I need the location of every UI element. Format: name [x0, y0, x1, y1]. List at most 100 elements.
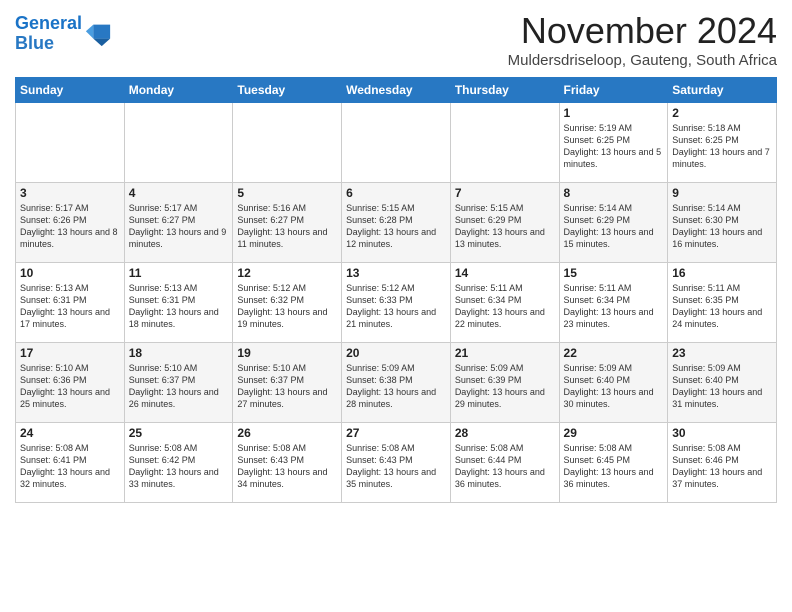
- calendar-cell: 24 Sunrise: 5:08 AM Sunset: 6:41 PM Dayli…: [16, 423, 125, 503]
- calendar-cell: 6 Sunrise: 5:15 AM Sunset: 6:28 PM Daylig…: [342, 183, 451, 263]
- day-number: 2: [672, 106, 772, 120]
- day-number: 16: [672, 266, 772, 280]
- day-number: 17: [20, 346, 120, 360]
- calendar-week-row: 17 Sunrise: 5:10 AM Sunset: 6:36 PM Dayli…: [16, 343, 777, 423]
- calendar-week-row: 3 Sunrise: 5:17 AM Sunset: 6:26 PM Daylig…: [16, 183, 777, 263]
- day-number: 20: [346, 346, 446, 360]
- col-header-saturday: Saturday: [668, 78, 777, 103]
- day-number: 12: [237, 266, 337, 280]
- calendar-cell: 25 Sunrise: 5:08 AM Sunset: 6:42 PM Dayli…: [124, 423, 233, 503]
- day-number: 15: [564, 266, 664, 280]
- calendar-cell: [124, 103, 233, 183]
- day-number: 27: [346, 426, 446, 440]
- calendar-cell: 28Sunrise: 5:08 AM Sunset: 6:44 PM Dayli…: [450, 423, 559, 503]
- day-number: 21: [455, 346, 555, 360]
- calendar-cell: 9 Sunrise: 5:14 AM Sunset: 6:30 PM Daylig…: [668, 183, 777, 263]
- cell-info: Sunrise: 5:11 AM Sunset: 6:35 PM Dayligh…: [672, 282, 772, 331]
- calendar-cell: 3 Sunrise: 5:17 AM Sunset: 6:26 PM Daylig…: [16, 183, 125, 263]
- calendar-cell: [450, 103, 559, 183]
- col-header-tuesday: Tuesday: [233, 78, 342, 103]
- calendar-cell: 26 Sunrise: 5:08 AM Sunset: 6:43 PM Dayli…: [233, 423, 342, 503]
- calendar-week-row: 10 Sunrise: 5:13 AM Sunset: 6:31 PM Dayli…: [16, 263, 777, 343]
- calendar-cell: 29 Sunrise: 5:08 AM Sunset: 6:45 PM Dayli…: [559, 423, 668, 503]
- calendar-body: 1 Sunrise: 5:19 AM Sunset: 6:25 PM Daylig…: [16, 103, 777, 503]
- cell-info: Sunrise: 5:10 AM Sunset: 6:37 PM Dayligh…: [237, 362, 337, 411]
- calendar-cell: 4 Sunrise: 5:17 AM Sunset: 6:27 PM Daylig…: [124, 183, 233, 263]
- col-header-sunday: Sunday: [16, 78, 125, 103]
- calendar-cell: 11Sunrise: 5:13 AM Sunset: 6:31 PM Dayli…: [124, 263, 233, 343]
- calendar-cell: 20 Sunrise: 5:09 AM Sunset: 6:38 PM Dayli…: [342, 343, 451, 423]
- month-title: November 2024: [508, 10, 777, 52]
- cell-info: Sunrise: 5:13 AM Sunset: 6:31 PM Dayligh…: [129, 282, 229, 331]
- calendar-cell: 5 Sunrise: 5:16 AM Sunset: 6:27 PM Daylig…: [233, 183, 342, 263]
- calendar-cell: 14 Sunrise: 5:11 AM Sunset: 6:34 PM Dayli…: [450, 263, 559, 343]
- day-number: 4: [129, 186, 229, 200]
- calendar-cell: [342, 103, 451, 183]
- cell-info: Sunrise: 5:12 AM Sunset: 6:32 PM Dayligh…: [237, 282, 337, 331]
- day-number: 3: [20, 186, 120, 200]
- day-number: 30: [672, 426, 772, 440]
- calendar-cell: 19 Sunrise: 5:10 AM Sunset: 6:37 PM Dayli…: [233, 343, 342, 423]
- cell-info: Sunrise: 5:17 AM Sunset: 6:27 PM Dayligh…: [129, 202, 229, 251]
- cell-info: Sunrise: 5:11 AM Sunset: 6:34 PM Dayligh…: [455, 282, 555, 331]
- calendar-cell: [16, 103, 125, 183]
- cell-info: Sunrise: 5:10 AM Sunset: 6:36 PM Dayligh…: [20, 362, 120, 411]
- cell-info: Sunrise: 5:14 AM Sunset: 6:29 PM Dayligh…: [564, 202, 664, 251]
- cell-info: Sunrise: 5:10 AM Sunset: 6:37 PM Dayligh…: [129, 362, 229, 411]
- calendar-header-row: SundayMondayTuesdayWednesdayThursdayFrid…: [16, 78, 777, 103]
- cell-info: Sunrise: 5:09 AM Sunset: 6:40 PM Dayligh…: [564, 362, 664, 411]
- cell-info: Sunrise: 5:19 AM Sunset: 6:25 PM Dayligh…: [564, 122, 664, 171]
- day-number: 26: [237, 426, 337, 440]
- title-area: November 2024 Muldersdriseloop, Gauteng,…: [508, 10, 777, 69]
- calendar-cell: 30 Sunrise: 5:08 AM Sunset: 6:46 PM Dayli…: [668, 423, 777, 503]
- col-header-wednesday: Wednesday: [342, 78, 451, 103]
- day-number: 22: [564, 346, 664, 360]
- calendar-week-row: 1 Sunrise: 5:19 AM Sunset: 6:25 PM Daylig…: [16, 103, 777, 183]
- cell-info: Sunrise: 5:13 AM Sunset: 6:31 PM Dayligh…: [20, 282, 120, 331]
- cell-info: Sunrise: 5:08 AM Sunset: 6:41 PM Dayligh…: [20, 442, 120, 491]
- calendar-cell: 1 Sunrise: 5:19 AM Sunset: 6:25 PM Daylig…: [559, 103, 668, 183]
- page-header: GeneralBlue November 2024 Muldersdriselo…: [15, 10, 777, 69]
- cell-info: Sunrise: 5:09 AM Sunset: 6:38 PM Dayligh…: [346, 362, 446, 411]
- day-number: 7: [455, 186, 555, 200]
- calendar-cell: 7 Sunrise: 5:15 AM Sunset: 6:29 PM Daylig…: [450, 183, 559, 263]
- day-number: 10: [20, 266, 120, 280]
- col-header-friday: Friday: [559, 78, 668, 103]
- cell-info: Sunrise: 5:15 AM Sunset: 6:28 PM Dayligh…: [346, 202, 446, 251]
- cell-info: Sunrise: 5:14 AM Sunset: 6:30 PM Dayligh…: [672, 202, 772, 251]
- cell-info: Sunrise: 5:16 AM Sunset: 6:27 PM Dayligh…: [237, 202, 337, 251]
- calendar-cell: 15Sunrise: 5:11 AM Sunset: 6:34 PM Dayli…: [559, 263, 668, 343]
- day-number: 29: [564, 426, 664, 440]
- day-number: 6: [346, 186, 446, 200]
- day-number: 24: [20, 426, 120, 440]
- cell-info: Sunrise: 5:08 AM Sunset: 6:43 PM Dayligh…: [346, 442, 446, 491]
- day-number: 1: [564, 106, 664, 120]
- cell-info: Sunrise: 5:15 AM Sunset: 6:29 PM Dayligh…: [455, 202, 555, 251]
- cell-info: Sunrise: 5:09 AM Sunset: 6:39 PM Dayligh…: [455, 362, 555, 411]
- cell-info: Sunrise: 5:08 AM Sunset: 6:45 PM Dayligh…: [564, 442, 664, 491]
- calendar-cell: 2 Sunrise: 5:18 AM Sunset: 6:25 PM Daylig…: [668, 103, 777, 183]
- calendar-cell: 21 Sunrise: 5:09 AM Sunset: 6:39 PM Dayli…: [450, 343, 559, 423]
- cell-info: Sunrise: 5:08 AM Sunset: 6:42 PM Dayligh…: [129, 442, 229, 491]
- cell-info: Sunrise: 5:12 AM Sunset: 6:33 PM Dayligh…: [346, 282, 446, 331]
- cell-info: Sunrise: 5:08 AM Sunset: 6:46 PM Dayligh…: [672, 442, 772, 491]
- calendar-cell: [233, 103, 342, 183]
- cell-info: Sunrise: 5:18 AM Sunset: 6:25 PM Dayligh…: [672, 122, 772, 171]
- day-number: 14: [455, 266, 555, 280]
- calendar-cell: 13Sunrise: 5:12 AM Sunset: 6:33 PM Dayli…: [342, 263, 451, 343]
- day-number: 23: [672, 346, 772, 360]
- day-number: 5: [237, 186, 337, 200]
- day-number: 19: [237, 346, 337, 360]
- calendar-cell: 12 Sunrise: 5:12 AM Sunset: 6:32 PM Dayli…: [233, 263, 342, 343]
- cell-info: Sunrise: 5:08 AM Sunset: 6:43 PM Dayligh…: [237, 442, 337, 491]
- calendar-cell: 22 Sunrise: 5:09 AM Sunset: 6:40 PM Dayli…: [559, 343, 668, 423]
- calendar-cell: 17 Sunrise: 5:10 AM Sunset: 6:36 PM Dayli…: [16, 343, 125, 423]
- calendar-cell: 8Sunrise: 5:14 AM Sunset: 6:29 PM Daylig…: [559, 183, 668, 263]
- calendar-week-row: 24 Sunrise: 5:08 AM Sunset: 6:41 PM Dayli…: [16, 423, 777, 503]
- calendar-cell: 27 Sunrise: 5:08 AM Sunset: 6:43 PM Dayli…: [342, 423, 451, 503]
- day-number: 25: [129, 426, 229, 440]
- subtitle: Muldersdriseloop, Gauteng, South Africa: [508, 52, 777, 69]
- cell-info: Sunrise: 5:17 AM Sunset: 6:26 PM Dayligh…: [20, 202, 120, 251]
- day-number: 9: [672, 186, 772, 200]
- day-number: 28: [455, 426, 555, 440]
